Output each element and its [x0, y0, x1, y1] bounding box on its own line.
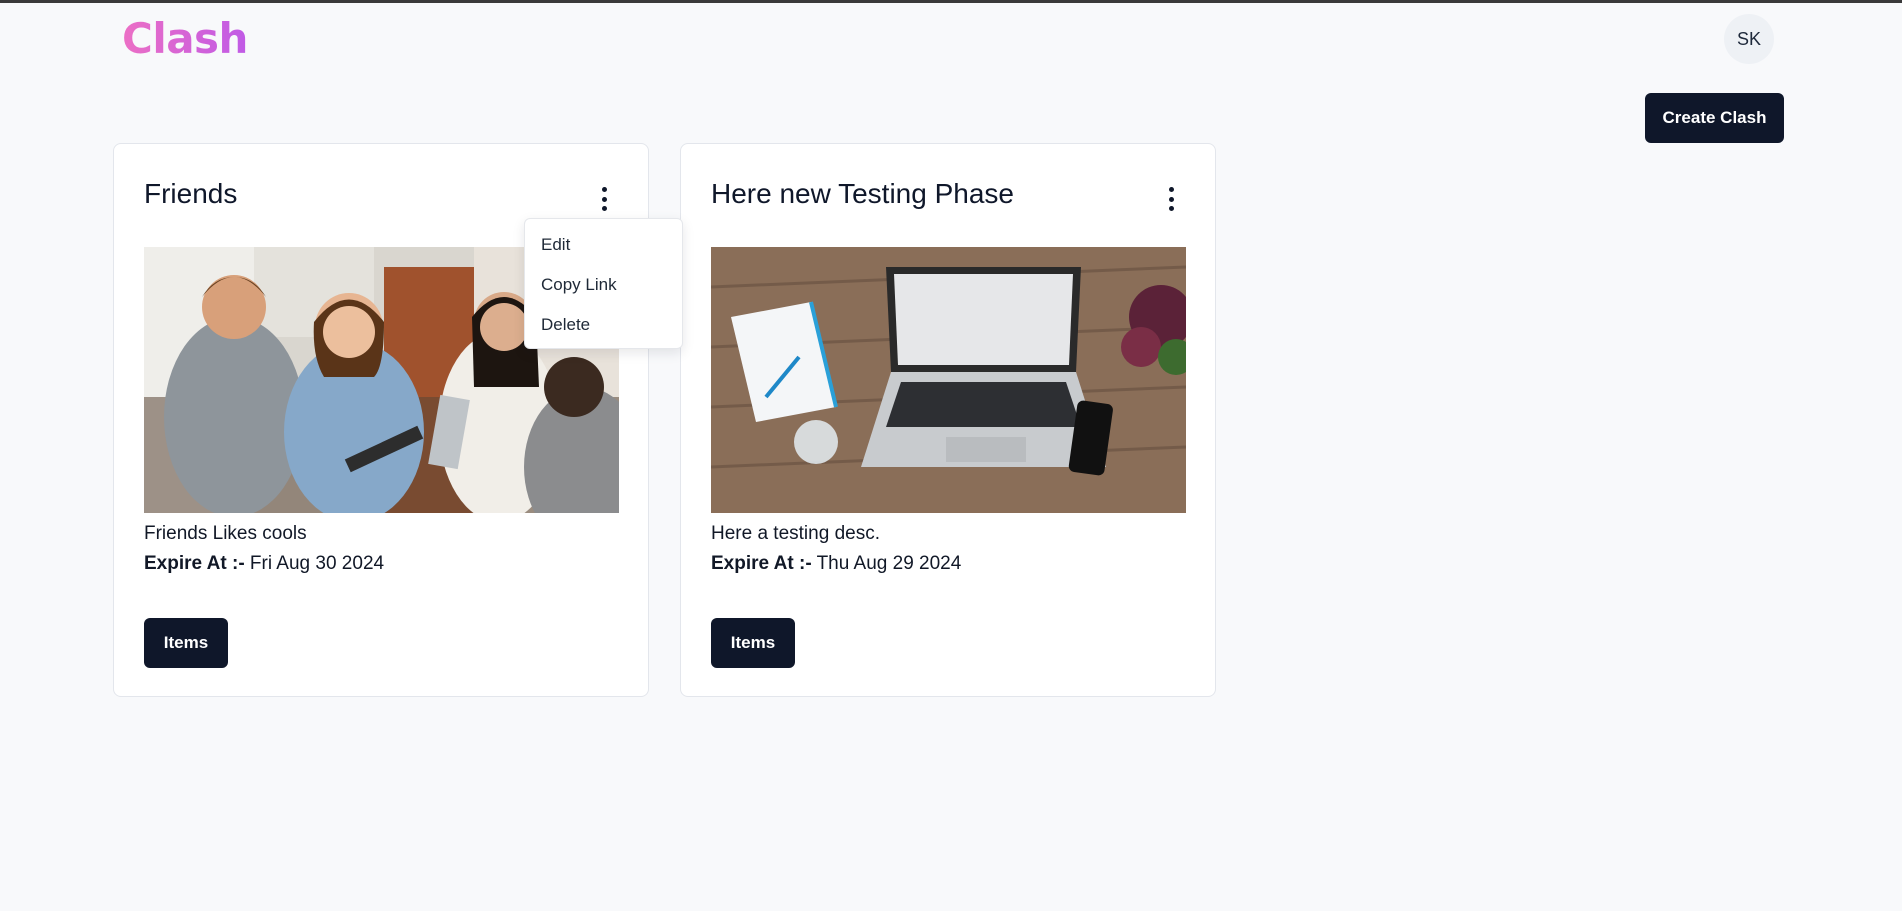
expire-label: Expire At :-: [711, 553, 812, 574]
clash-card: Here new Testing Phase Here a testing de…: [680, 143, 1216, 697]
card-description: Here a testing desc.: [711, 523, 880, 544]
expire-date: Fri Aug 30 2024: [249, 553, 385, 574]
expire-label: Expire At :-: [144, 553, 245, 574]
more-vertical-icon[interactable]: [592, 184, 616, 214]
card-expire: Expire At :- Fri Aug 30 2024: [144, 553, 384, 575]
card-title: Friends: [144, 178, 238, 209]
card-expire: Expire At :- Thu Aug 29 2024: [711, 553, 961, 575]
card-title: Here new Testing Phase: [711, 178, 1014, 209]
menu-item-edit[interactable]: Edit: [525, 225, 682, 265]
menu-item-copy-link[interactable]: Copy Link: [525, 265, 682, 305]
more-vertical-icon[interactable]: [1159, 184, 1183, 214]
items-button[interactable]: Items: [144, 618, 228, 668]
menu-item-delete[interactable]: Delete: [525, 305, 682, 345]
items-button[interactable]: Items: [711, 618, 795, 668]
card-image-laptop: [711, 247, 1186, 513]
expire-date: Thu Aug 29 2024: [816, 553, 962, 574]
card-description: Friends Likes cools: [144, 523, 307, 544]
card-actions-menu: Edit Copy Link Delete: [524, 218, 683, 349]
laptop-photo: [711, 247, 1186, 513]
app-logo[interactable]: Clash: [122, 14, 248, 63]
user-avatar[interactable]: SK: [1724, 14, 1774, 64]
top-border: [0, 0, 1902, 3]
create-clash-button[interactable]: Create Clash: [1645, 93, 1784, 143]
